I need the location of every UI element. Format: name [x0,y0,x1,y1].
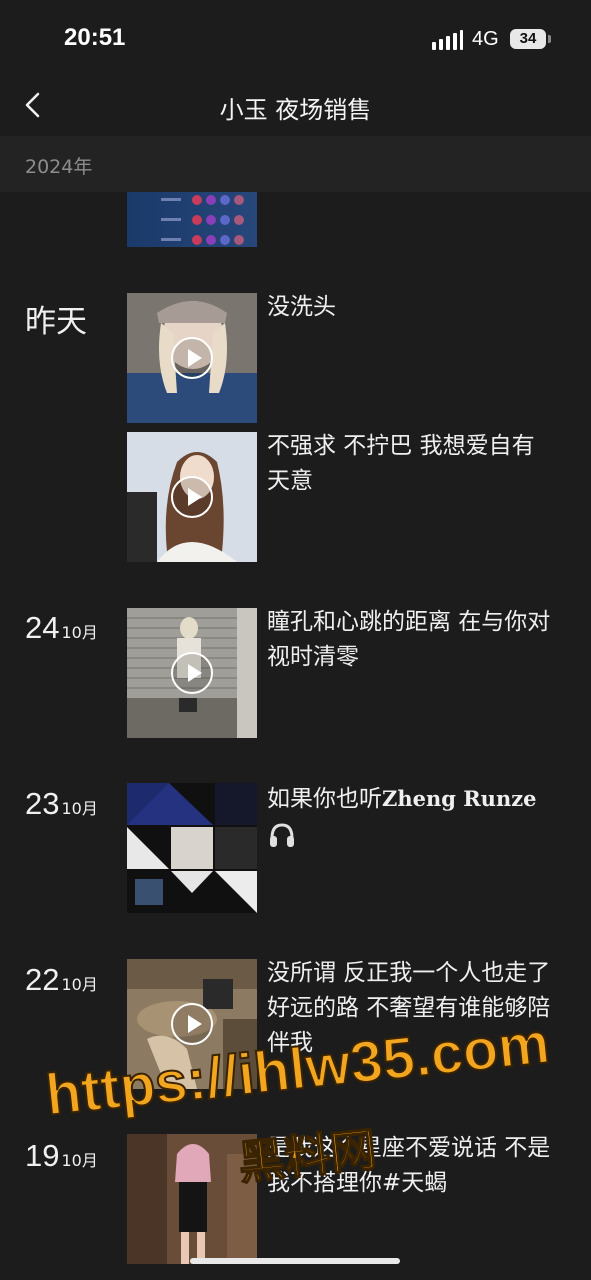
post-caption: 瞳孔和心跳的距离 在与你对视时清零 [267,609,551,670]
post-caption: 不强求 不拧巴 我想爱自有天意 [267,433,535,494]
post-thumbnail[interactable] [127,783,257,913]
date-month: 10月 [61,623,98,642]
play-icon[interactable] [171,652,213,694]
date-month: 10月 [61,1151,98,1170]
date-label: 22 10月 [25,962,98,998]
date-label-yesterday: 昨天 [25,304,87,340]
post-thumbnail[interactable] [127,959,257,1089]
headphones-icon [270,822,294,847]
post-thumbnail[interactable] [127,608,257,738]
year-header: 2024年 [0,136,591,192]
play-icon[interactable] [171,1003,213,1045]
post-caption: 如果你也听Zheng Runze [267,781,557,852]
date-day: 22 [25,962,60,997]
battery-icon: 34 [510,29,546,49]
status-bar: 20:51 4G 34 [0,0,591,80]
battery-nub [548,35,551,43]
post-thumbnail[interactable] [127,192,257,247]
post-caption: 没洗头 [267,294,336,320]
play-icon[interactable] [171,476,213,518]
page-title: 小玉 夜场销售 [219,96,372,124]
status-time: 20:51 [64,24,126,51]
date-day: 23 [25,786,60,821]
signal-icon [432,30,464,50]
year-label: 2024年 [25,156,93,178]
play-icon[interactable] [171,337,213,379]
date-label: 23 10月 [25,786,98,822]
date-day: 19 [25,1138,60,1173]
home-indicator[interactable] [190,1258,400,1264]
date-month: 10月 [61,799,98,818]
date-month: 10月 [61,975,98,994]
date-day: 24 [25,610,60,645]
date-label: 19 10月 [25,1138,98,1174]
date-label: 24 10月 [25,610,98,646]
network-type: 4G [472,28,499,50]
caption-artist: Zheng Runze [382,786,537,811]
post-thumbnail[interactable] [127,432,257,562]
post-thumbnail[interactable] [127,1134,257,1264]
moments-feed[interactable]: 昨天 没洗头 不强求 不拧巴 我想爱自有天意 24 10月 瞳孔和心跳的距离 在… [0,192,591,1280]
post-caption: 没所谓 反正我一个人也走了好远的路 不奢望有谁能够陪伴我 [267,960,551,1056]
nav-bar: 小玉 夜场销售 [0,80,591,135]
post-thumbnail[interactable] [127,293,257,423]
caption-text: 如果你也听 [267,786,382,812]
post-caption: 是我这个星座不爱说话 不是我不搭理你#天蝎 [267,1135,551,1196]
